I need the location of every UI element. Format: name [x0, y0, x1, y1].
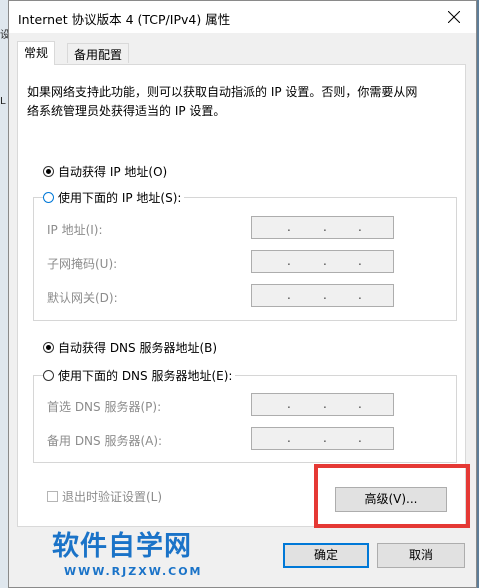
- ok-button[interactable]: 确定: [283, 543, 369, 568]
- tab-alternate-config[interactable]: 备用配置: [67, 43, 130, 63]
- auto-dns-label: 自动获得 DNS 服务器地址(B): [58, 341, 218, 355]
- manual-ip-label: 使用下面的 IP 地址(S):: [58, 191, 182, 205]
- radio-unchecked-icon: [43, 192, 54, 203]
- subnet-mask-input[interactable]: ...: [251, 250, 394, 273]
- subnet-mask-label: 子网掩码(U):: [47, 257, 118, 271]
- validate-on-exit-label: 退出时验证设置(L): [62, 490, 163, 504]
- alternate-dns-input[interactable]: ...: [251, 427, 394, 450]
- window-title: Internet 协议版本 4 (TCP/IPv4) 属性: [18, 12, 231, 27]
- manual-dns-radio[interactable]: 使用下面的 DNS 服务器地址(E):: [43, 367, 236, 384]
- title-bar: Internet 协议版本 4 (TCP/IPv4) 属性: [9, 1, 476, 33]
- cancel-button[interactable]: 取消: [377, 543, 465, 568]
- advanced-highlight-box: [314, 464, 470, 528]
- close-icon: [448, 11, 460, 23]
- description-line: 络系统管理员处获得适当的 IP 设置。: [27, 104, 226, 118]
- preferred-dns-label: 首选 DNS 服务器(P):: [47, 400, 162, 414]
- alternate-dns-label: 备用 DNS 服务器(A):: [47, 434, 163, 448]
- manual-dns-label: 使用下面的 DNS 服务器地址(E):: [58, 369, 233, 383]
- preferred-dns-input[interactable]: ...: [251, 393, 394, 416]
- ip-address-label: IP 地址(I):: [47, 223, 103, 237]
- close-button[interactable]: [432, 1, 476, 33]
- tab-general[interactable]: 常规: [17, 41, 56, 65]
- default-gateway-label: 默认网关(D):: [47, 291, 118, 305]
- background-text-fragment: L: [0, 96, 6, 107]
- auto-dns-radio[interactable]: 自动获得 DNS 服务器地址(B): [43, 339, 221, 356]
- ip-address-input[interactable]: ...: [251, 216, 394, 239]
- radio-checked-icon: [43, 342, 54, 353]
- manual-ip-radio[interactable]: 使用下面的 IP 地址(S):: [43, 189, 185, 206]
- description-text: 如果网络支持此功能，则可以获取自动指派的 IP 设置。否则，你需要从网 络系统管…: [27, 83, 447, 121]
- default-gateway-input[interactable]: ...: [251, 284, 394, 307]
- radio-unchecked-icon: [43, 370, 54, 381]
- watermark-logo: 软件自学网: [52, 531, 192, 562]
- auto-ip-label: 自动获得 IP 地址(O): [58, 165, 168, 179]
- description-line: 如果网络支持此功能，则可以获取自动指派的 IP 设置。否则，你需要从网: [27, 85, 418, 99]
- watermark-url: WWW.RJZXW.COM: [64, 565, 203, 578]
- validate-on-exit-checkbox[interactable]: 退出时验证设置(L): [47, 488, 162, 505]
- checkbox-icon: [47, 491, 58, 502]
- auto-ip-radio[interactable]: 自动获得 IP 地址(O): [43, 163, 171, 180]
- radio-checked-icon: [43, 166, 54, 177]
